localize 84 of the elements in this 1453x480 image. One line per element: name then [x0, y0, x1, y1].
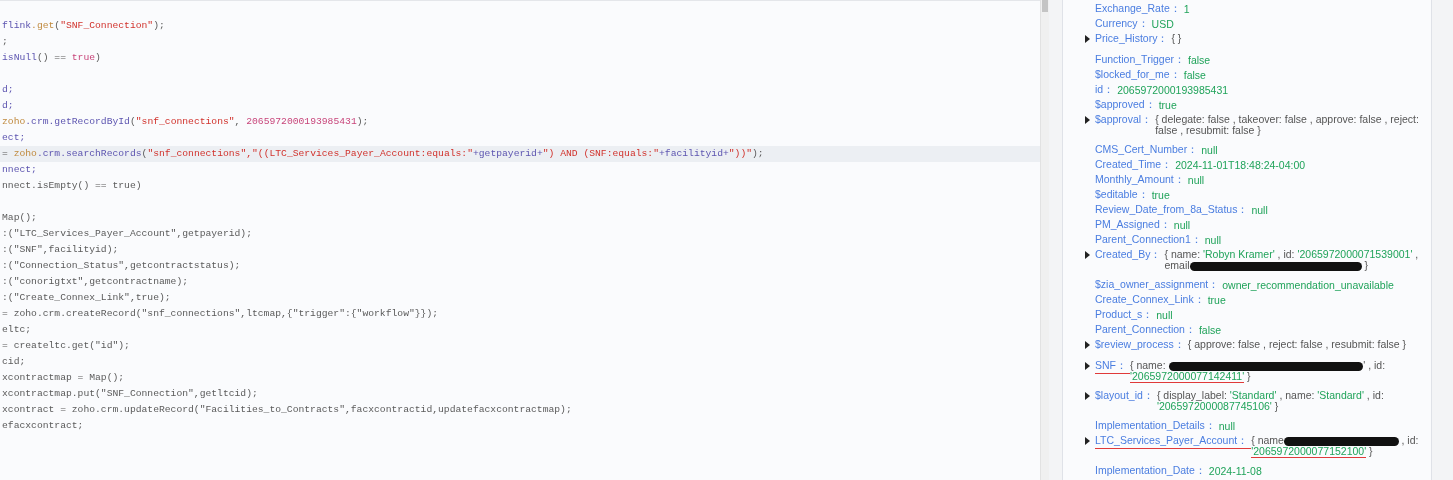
- field-key: Created_Time：: [1095, 157, 1176, 172]
- field-key: Currency：: [1095, 16, 1152, 31]
- field-key: Monthly_Amount：: [1095, 172, 1188, 187]
- field-value: null: [1173, 218, 1192, 231]
- field-key: $approved：: [1095, 97, 1159, 112]
- field-value: true: [1158, 98, 1178, 111]
- field-key: Implementation_Details：: [1095, 418, 1219, 433]
- code-line: :("conorigtxt",getcontractname);: [2, 276, 189, 287]
- field-key: $editable：: [1095, 187, 1152, 202]
- code-line: :("LTC_Services_Payer_Account",getpayerid);: [2, 228, 252, 239]
- field-value: 1: [1183, 2, 1191, 15]
- code-line: efacxcontract;: [2, 420, 84, 431]
- expand-arrow-icon[interactable]: [1085, 436, 1090, 445]
- field-key: $layout_id：: [1095, 388, 1157, 403]
- field-key: PM_Assigned：: [1095, 217, 1174, 232]
- scrollbar[interactable]: [1040, 0, 1049, 480]
- expand-arrow-icon[interactable]: [1085, 115, 1090, 124]
- field-key: $approval：: [1095, 112, 1156, 127]
- code-line: nnect.isEmpty() == true): [2, 180, 142, 191]
- field-key: Review_Date_from_8a_Status：: [1095, 202, 1252, 217]
- code-line: :("Connection_Status",getcontractstatus);: [2, 260, 241, 271]
- field-value: false: [1198, 323, 1223, 336]
- code-line: zoho.crm.getRecordById("snf_connections", 2065972000193985431);: [2, 116, 369, 127]
- field-value: 2065972000193985431: [1117, 83, 1230, 96]
- field-key: Exchange_Rate：: [1095, 1, 1184, 16]
- field-key: Parent_Connection1：: [1095, 232, 1205, 247]
- field-value: false: [1183, 68, 1207, 81]
- field-key: Create_Connex_Link：: [1095, 292, 1208, 307]
- field-value: null: [1201, 143, 1219, 156]
- code-line: eltc;: [2, 324, 32, 335]
- field-key: Parent_Connection：: [1095, 322, 1199, 337]
- field-key: $locked_for_me：: [1095, 67, 1184, 82]
- code-line: flink.get("SNF_Connection");: [2, 20, 165, 31]
- field-value: null: [1187, 173, 1206, 186]
- field-key: Implementation_Date：: [1095, 463, 1209, 478]
- field-value: { name: 'Robyn Kramer' , id: '2065972000071539001' , email }: [1164, 247, 1420, 271]
- field-key: CMS_Cert_Number：: [1095, 142, 1202, 157]
- field-value: null: [1251, 203, 1269, 216]
- code-line: = createltc.get("id");: [2, 340, 130, 351]
- code-line: :("SNF",facilityid);: [2, 244, 119, 255]
- field-value: { name , id: '2065972000077152100' }: [1251, 433, 1420, 457]
- field-value: { approve: false , reject: false , resubmit: false }: [1187, 337, 1408, 350]
- expand-arrow-icon[interactable]: [1085, 34, 1090, 43]
- code-line: :("Create_Connex_Link",true);: [2, 292, 171, 303]
- field-value: 2024-11-01T18:48:24-04:00: [1175, 158, 1307, 171]
- field-value: USD: [1151, 17, 1175, 30]
- field-key: Product_s：: [1095, 307, 1157, 322]
- field-key: $review_process：: [1095, 337, 1188, 352]
- expand-arrow-icon[interactable]: [1085, 340, 1090, 349]
- field-key: SNF：: [1095, 358, 1130, 374]
- field-key: id：: [1095, 82, 1118, 97]
- expand-arrow-icon[interactable]: [1085, 250, 1090, 259]
- field-value: false: [1188, 53, 1212, 66]
- code-line: ect;: [2, 132, 26, 143]
- code-line: isNull() == true): [2, 52, 101, 63]
- field-value: true: [1151, 188, 1171, 201]
- field-value: { display_label: 'Standard' , name: 'Standard' , id: '2065972000087745106' }: [1156, 388, 1385, 412]
- code-line: xcontract = zoho.crm.updateRecord("Facilities_to_Contracts",facxcontractid,updatefacxcontractmap);: [2, 404, 572, 415]
- code-line: nnect;: [2, 164, 37, 175]
- field-value: owner_recommendation_unavailable: [1222, 278, 1395, 291]
- field-value: { delegate: false , takeover: false , approve: false , reject: false , resubmit: false }: [1155, 112, 1420, 136]
- code-line: xcontractmap.put("SNF_Connection",getltcid);: [2, 388, 258, 399]
- field-value: null: [1204, 233, 1223, 246]
- code-line: ;: [2, 36, 8, 47]
- field-value: null: [1218, 419, 1237, 432]
- field-key: $zia_owner_assignment：: [1095, 277, 1223, 292]
- expand-arrow-icon[interactable]: [1085, 391, 1090, 400]
- code-line: = zoho.crm.searchRecords("snf_connections","((LTC_Services_Payer_Account:equals:"+getpayerid+") AND (SNF:equals:"+facilityid+"))");: [2, 148, 764, 159]
- expand-arrow-icon[interactable]: [1085, 361, 1090, 370]
- code-line: cid;: [2, 356, 26, 367]
- code-line: Map();: [2, 212, 37, 223]
- field-value: true: [1207, 293, 1227, 306]
- code-line: xcontractmap = Map();: [2, 372, 125, 383]
- code-line: d;: [2, 100, 14, 111]
- field-key: LTC_Services_Payer_Account：: [1095, 433, 1252, 449]
- field-value: null: [1156, 308, 1174, 321]
- code-line: d;: [2, 84, 14, 95]
- field-value: { name: ' , id: '2065972000077142411' }: [1130, 358, 1387, 382]
- field-key: Function_Trigger：: [1095, 52, 1188, 67]
- field-key: Price_History：: [1095, 31, 1172, 46]
- field-key: Created_By：: [1095, 247, 1165, 262]
- field-value: { }: [1171, 31, 1183, 44]
- code-line: = zoho.crm.createRecord("snf_connections",ltcmap,{"trigger":{"workflow"}});: [2, 308, 438, 319]
- field-value: 2024-11-08: [1208, 464, 1263, 477]
